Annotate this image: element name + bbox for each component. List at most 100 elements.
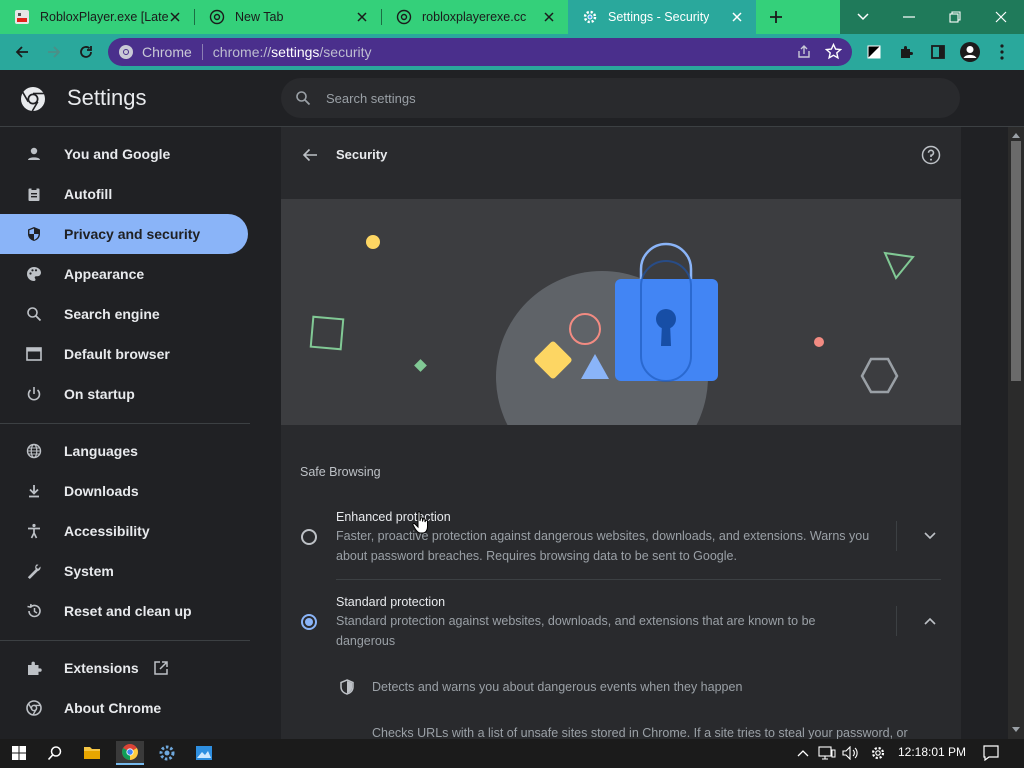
sidebar-item-accessibility[interactable]: Accessibility	[0, 511, 248, 551]
new-tab-button[interactable]	[762, 5, 790, 29]
power-icon	[24, 384, 44, 404]
forward-icon[interactable]	[42, 40, 66, 64]
notifications-icon[interactable]	[982, 744, 1000, 762]
sidebar-item-label: System	[64, 563, 114, 579]
browser-window: RobloxPlayer.exe [Late New Tab robloxpla…	[0, 0, 1024, 768]
settings-gear-tray-icon[interactable]	[869, 744, 887, 762]
taskbar-search-icon[interactable]	[41, 741, 69, 765]
tab-search-button[interactable]	[840, 0, 886, 34]
option-label: Standard protection	[336, 595, 446, 609]
close-tab-icon[interactable]	[728, 8, 746, 26]
page-scrollbar[interactable]	[1008, 127, 1024, 739]
address-bar[interactable]: Chrome chrome://settings/security	[108, 38, 852, 66]
gear-icon	[582, 9, 598, 25]
tab-title: RobloxPlayer.exe [Late	[40, 10, 169, 24]
sidebar-item-reset-and-clean-up[interactable]: Reset and clean up	[0, 591, 248, 631]
sidebar-item-label: You and Google	[64, 146, 171, 162]
sidebar-item-search-engine[interactable]: Search engine	[0, 294, 248, 334]
sidebar-item-privacy-and-security[interactable]: Privacy and security	[0, 214, 248, 254]
scrollbar-thumb[interactable]	[1011, 141, 1021, 381]
sidebar-item-on-startup[interactable]: On startup	[0, 374, 248, 414]
side-panel-icon[interactable]	[926, 40, 950, 64]
tab-title: Settings - Security	[608, 10, 710, 24]
search-settings-box[interactable]	[281, 78, 960, 118]
share-icon[interactable]	[796, 44, 812, 63]
external-link-icon	[153, 660, 169, 676]
close-tab-icon[interactable]	[353, 8, 371, 26]
sidebar-item-downloads[interactable]: Downloads	[0, 471, 248, 511]
network-icon[interactable]	[818, 744, 836, 762]
tab-settings-security[interactable]: Settings - Security	[568, 0, 756, 34]
sidebar-item-default-browser[interactable]: Default browser	[0, 334, 248, 374]
accessibility-icon	[24, 521, 44, 541]
taskbar-settings-icon[interactable]	[153, 741, 181, 765]
puzzle-icon	[24, 658, 44, 678]
section-title-safe-browsing: Safe Browsing	[300, 465, 381, 479]
sidebar-item-about-chrome[interactable]: About Chrome	[0, 688, 248, 728]
tab-title: robloxplayerexe.cc	[422, 10, 527, 24]
sidebar-item-label: Privacy and security	[64, 226, 201, 242]
sidebar-item-label: Autofill	[64, 186, 113, 202]
url-text: chrome://settings/security	[213, 44, 372, 60]
sidebar-item-label: Languages	[64, 443, 138, 459]
file-explorer-icon[interactable]	[78, 741, 106, 765]
tab-robloxplayer[interactable]: RobloxPlayer.exe [Late	[0, 0, 194, 34]
chevron-up-icon[interactable]	[921, 612, 939, 630]
standard-protection-option[interactable]: Standard protection Standard protection …	[281, 584, 961, 654]
tab-robloxplayerexe[interactable]: robloxplayerexe.cc	[382, 0, 568, 34]
scroll-down-arrow-icon[interactable]	[1012, 725, 1020, 733]
download-icon	[24, 481, 44, 501]
standard-protection-radio[interactable]	[301, 614, 317, 630]
bookmark-star-icon[interactable]	[824, 42, 843, 63]
reload-icon[interactable]	[74, 40, 98, 64]
toolbar: Chrome chrome://settings/security	[0, 34, 1024, 70]
security-illustration	[281, 199, 961, 425]
sidebar-item-label: Extensions	[64, 660, 139, 676]
option-divider	[896, 606, 897, 636]
minimize-button[interactable]	[886, 0, 932, 34]
menu-kebab-icon[interactable]	[990, 40, 1014, 64]
enhanced-protection-radio[interactable]	[301, 529, 317, 545]
close-tab-icon[interactable]	[166, 8, 184, 26]
globe-icon	[396, 9, 412, 25]
hand-cursor-icon	[412, 511, 430, 535]
photos-app-icon[interactable]	[190, 741, 218, 765]
chevron-down-icon[interactable]	[921, 527, 939, 545]
sidebar-item-label: About Chrome	[64, 700, 162, 716]
detail-text: Checks URLs with a list of unsafe sites …	[372, 726, 908, 740]
taskbar-clock[interactable]: 12:18:01 PM	[898, 745, 966, 759]
search-icon	[24, 304, 44, 324]
close-window-button[interactable]	[978, 0, 1024, 34]
theme-extension-icon[interactable]	[862, 40, 886, 64]
person-icon	[24, 144, 44, 164]
scroll-up-arrow-icon[interactable]	[1012, 131, 1020, 139]
taskbar-chrome-icon[interactable]	[116, 741, 144, 765]
search-input[interactable]	[326, 90, 826, 106]
profile-avatar-icon[interactable]	[958, 40, 982, 64]
tab-new-tab[interactable]: New Tab	[195, 0, 381, 34]
sidebar-item-system[interactable]: System	[0, 551, 248, 591]
volume-icon[interactable]	[842, 744, 860, 762]
close-tab-icon[interactable]	[540, 8, 558, 26]
sidebar-item-label: Appearance	[64, 266, 145, 282]
tab-strip: RobloxPlayer.exe [Late New Tab robloxpla…	[0, 0, 1024, 34]
sidebar-item-appearance[interactable]: Appearance	[0, 254, 248, 294]
page-title: Security	[336, 147, 388, 162]
enhanced-protection-option[interactable]: Enhanced protection Faster, proactive pr…	[281, 499, 961, 579]
show-hidden-icons-chevron-icon[interactable]	[794, 744, 812, 762]
sidebar-item-you-and-google[interactable]: You and Google	[0, 134, 248, 174]
sidebar-item-extensions[interactable]: Extensions	[0, 648, 248, 688]
search-icon	[293, 88, 313, 108]
site-info[interactable]: Chrome	[118, 44, 192, 60]
sidebar-divider	[0, 640, 250, 641]
sidebar-item-autofill[interactable]: Autofill	[0, 174, 248, 214]
back-arrow-icon[interactable]	[299, 144, 321, 166]
sidebar-item-languages[interactable]: Languages	[0, 431, 248, 471]
restore-button[interactable]	[932, 0, 978, 34]
help-icon[interactable]	[920, 144, 942, 166]
extensions-puzzle-icon[interactable]	[894, 40, 918, 64]
back-icon[interactable]	[10, 40, 34, 64]
windows-start-icon[interactable]	[5, 741, 33, 765]
option-separator	[336, 579, 941, 580]
sidebar-item-label: Accessibility	[64, 523, 150, 539]
